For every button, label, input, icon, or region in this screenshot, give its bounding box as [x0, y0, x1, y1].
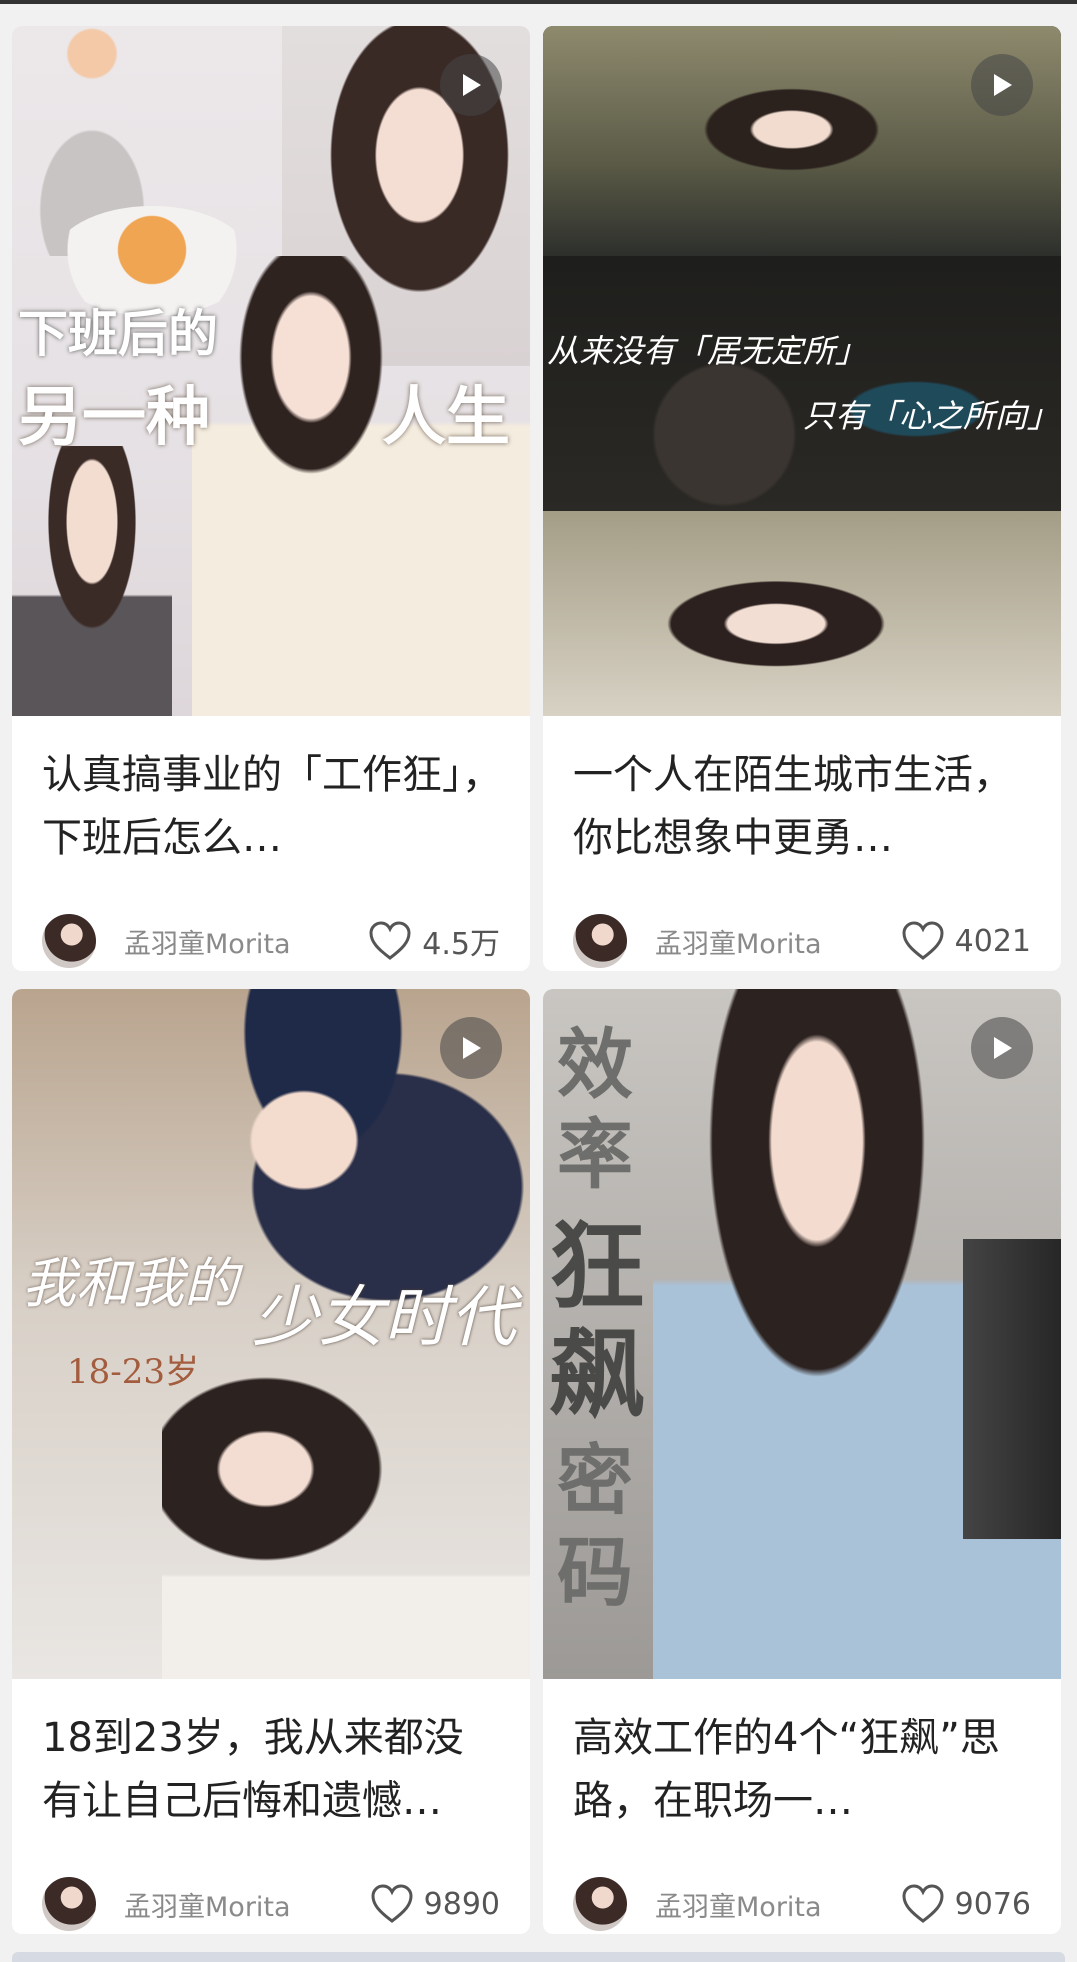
card-meta: 孟羽童Morita 9890	[42, 1876, 500, 1932]
avatar[interactable]	[573, 914, 627, 968]
play-icon	[994, 1037, 1012, 1059]
card-title[interactable]: 18到23岁，我从来都没有让自己后悔和遗憾…	[42, 1707, 502, 1833]
card-meta: 孟羽童Morita 4.5万	[42, 913, 500, 969]
cover-subtitle: 18-23岁	[67, 1352, 200, 1392]
cover-title-line2b: 人生	[382, 380, 510, 455]
cover-seat	[963, 1239, 1061, 1539]
play-button[interactable]	[440, 54, 502, 116]
note-card[interactable]: 我和我的 少女时代 18-23岁 18到23岁，我从来都没有让自己后悔和遗憾… …	[12, 989, 530, 1934]
avatar[interactable]	[42, 1877, 96, 1931]
cover-caption-line1: 从来没有「居无定所」	[547, 332, 868, 370]
cover-scene-bottom	[543, 511, 1061, 716]
avatar[interactable]	[573, 1877, 627, 1931]
cover-caption-line2: 只有「心之所向」	[803, 397, 1060, 435]
like-count: 4.5万	[422, 927, 500, 962]
play-button[interactable]	[971, 54, 1033, 116]
feed: 下班后的 另一种 人生 认真搞事业的「工作狂」，下班后怎么… 孟羽童Morita…	[0, 0, 1077, 1962]
card-cover[interactable]: 下班后的 另一种 人生	[12, 26, 530, 716]
heart-icon	[371, 1884, 413, 1923]
like-button[interactable]: 9076	[901, 1884, 1031, 1924]
cover-char-2: 率	[557, 1110, 633, 1199]
author-name[interactable]: 孟羽童Morita	[655, 1885, 901, 1924]
cover-portrait-center	[192, 256, 530, 716]
card-cover[interactable]: 效 率 狂 飙 密 码	[543, 989, 1061, 1679]
cover-title-line1a: 我和我的	[22, 1252, 238, 1315]
card-title[interactable]: 高效工作的4个“狂飙”思路，在职场一…	[573, 1707, 1033, 1833]
card-cover[interactable]: 从来没有「居无定所」 只有「心之所向」	[543, 26, 1061, 716]
cover-title-line1b: 少女时代	[252, 1279, 516, 1356]
note-card[interactable]: 从来没有「居无定所」 只有「心之所向」 一个人在陌生城市生活，你比想象中更勇… …	[543, 26, 1061, 971]
play-icon	[463, 74, 481, 96]
author-name[interactable]: 孟羽童Morita	[655, 922, 901, 961]
cover-char-6: 码	[557, 1528, 633, 1617]
card-meta: 孟羽童Morita 4021	[573, 913, 1031, 969]
like-button[interactable]: 9890	[370, 1884, 500, 1924]
cover-title-line2a: 另一种	[18, 380, 210, 455]
heart-icon	[902, 1884, 944, 1923]
avatar[interactable]	[42, 914, 96, 968]
note-card[interactable]: 下班后的 另一种 人生 认真搞事业的「工作狂」，下班后怎么… 孟羽童Morita…	[12, 26, 530, 971]
author-name[interactable]: 孟羽童Morita	[124, 922, 368, 961]
play-icon	[994, 74, 1012, 96]
top-divider	[0, 0, 1077, 4]
cover-scene-middle	[543, 256, 1061, 511]
play-button[interactable]	[440, 1017, 502, 1079]
note-card[interactable]: 效 率 狂 飙 密 码 高效工作的4个“狂飙”思路，在职场一… 孟羽童Morit…	[543, 989, 1061, 1934]
like-button[interactable]: 4021	[901, 921, 1031, 961]
like-count: 9076	[954, 1886, 1031, 1922]
next-card-peek	[12, 1952, 1065, 1962]
like-count: 9890	[423, 1886, 500, 1922]
cover-title-line1: 下班后的	[18, 304, 218, 363]
play-button[interactable]	[971, 1017, 1033, 1079]
cover-portrait-lower	[162, 1329, 530, 1679]
author-name[interactable]: 孟羽童Morita	[124, 1885, 370, 1924]
cover-char-4: 飙	[549, 1318, 645, 1431]
cover-portrait-left	[12, 446, 172, 716]
card-meta: 孟羽童Morita 9076	[573, 1876, 1031, 1932]
heart-icon	[902, 921, 944, 960]
play-icon	[463, 1037, 481, 1059]
like-count: 4021	[954, 923, 1031, 959]
card-title[interactable]: 认真搞事业的「工作狂」，下班后怎么…	[42, 744, 502, 870]
heart-icon	[369, 921, 411, 960]
card-cover[interactable]: 我和我的 少女时代 18-23岁	[12, 989, 530, 1679]
card-title[interactable]: 一个人在陌生城市生活，你比想象中更勇…	[573, 744, 1033, 870]
like-button[interactable]: 4.5万	[368, 919, 500, 963]
